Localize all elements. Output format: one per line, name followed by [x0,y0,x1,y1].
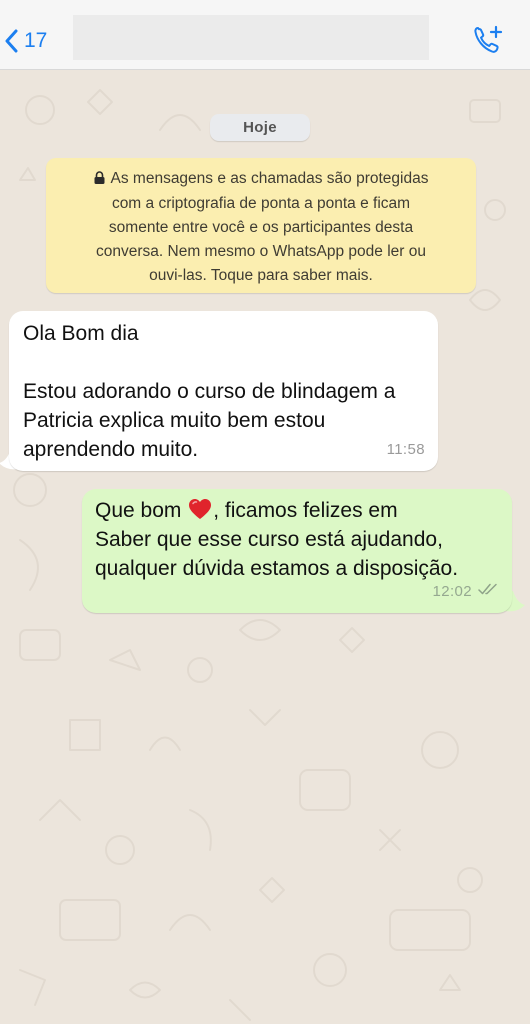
add-call-button[interactable] [472,24,504,56]
add-call-icon [472,25,504,60]
notice-line: conversa. Nem mesmo o WhatsApp pode ler … [96,243,426,260]
incoming-message[interactable]: Ola Bom dia Estou adorando o curso de bl… [9,311,438,471]
encryption-notice[interactable]: As mensagens e as chamadas são protegida… [46,158,476,293]
outgoing-message[interactable]: Que bom , ficamos felizes em Saber que e… [82,489,512,613]
message-text-part: Que bom [95,499,188,522]
notice-line: somente entre você e os participantes de… [108,219,414,236]
red-heart-icon [188,498,212,520]
back-button[interactable]: 17 [4,24,47,58]
lock-icon [94,168,105,192]
chat-header: 17 [0,0,530,70]
chevron-left-icon [4,29,18,53]
unread-count: 17 [24,29,48,52]
contact-name[interactable] [73,15,429,60]
notice-line: com a criptografia de ponta a ponta e fi… [111,195,411,212]
message-text: Ola Bom dia [23,322,139,345]
message-text [23,348,424,377]
message-text: Que bom , ficamos felizes em [95,496,499,525]
message-text: Patricia explica muito bem estou [23,409,326,432]
message-text: aprendendo muito. [23,438,199,461]
read-ticks-icon [478,574,500,603]
message-time: 11:58 [386,441,425,458]
date-separator: Hoje [210,114,310,141]
message-text: Estou adorando o curso de blindagem a [23,380,396,403]
message-text: Saber que esse curso está ajudando, [95,528,443,551]
notice-line: ouvi-las. Toque para saber mais. [149,267,373,284]
message-text-part: , ficamos felizes em [213,499,398,522]
notice-line: As mensagens e as chamadas são protegida… [110,170,429,187]
message-time: 12:02 [432,583,472,600]
